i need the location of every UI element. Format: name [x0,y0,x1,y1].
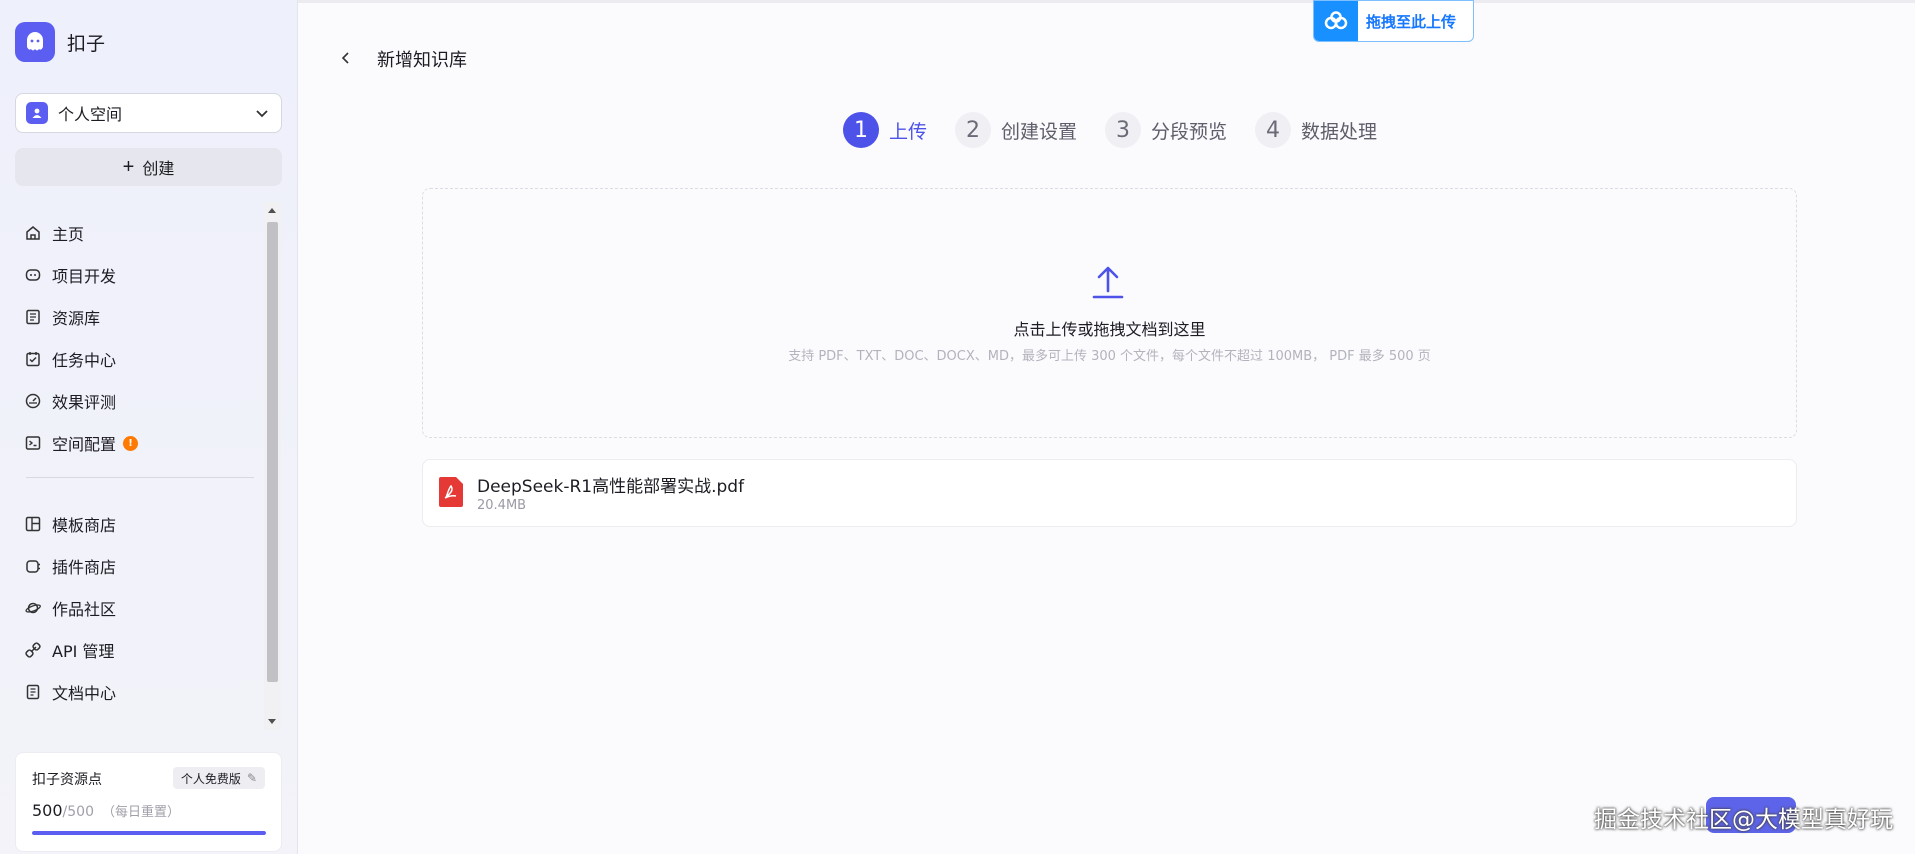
watermark: 掘金技术社区@大模型真好玩 [1594,807,1893,833]
document-icon [26,684,40,700]
sidebar-nav: 主页 项目开发 资源库 任务中心 效果评测 空间配置 ! 模板商店 插件商店 作… [14,202,264,730]
drag-upload-target[interactable]: 拖拽至此上传 [1313,0,1474,42]
points-title: 扣子资源点 [32,772,102,788]
points-value: 500/500 （每日重置） [32,801,180,820]
sidebar-item-label: 效果评测 [52,393,117,412]
points-total: /500 [62,804,94,820]
points-note: （每日重置） [102,805,181,820]
stepper: 1 上传 2 创建设置 3 分段预览 4 数据处理 [843,112,1405,148]
sidebar-item-label: 模板商店 [52,516,117,535]
home-icon [26,226,40,240]
points-progress-bar [32,831,266,835]
page-title: 新增知识库 [377,50,467,71]
sidebar-item-label: 主页 [52,225,85,244]
chevron-down-icon [256,110,268,118]
plus-icon: + [122,156,135,178]
sidebar-item-community[interactable]: 作品社区 [14,591,254,625]
planet-icon [25,602,41,614]
sidebar-item-label: 任务中心 [52,351,117,370]
create-button[interactable]: + 创建 [15,148,282,186]
sidebar-item-projects[interactable]: 项目开发 [14,258,254,292]
gauge-icon [25,393,41,409]
scrollbar-thumb[interactable] [267,222,278,682]
step-number: 4 [1255,112,1292,148]
sidebar-item-label: 空间配置 [52,435,117,454]
step-number: 3 [1105,112,1142,148]
sidebar-item-space-config[interactable]: 空间配置 ! [14,426,254,460]
chevron-left-icon [341,52,349,64]
step-segment-preview[interactable]: 3 分段预览 [1105,112,1227,148]
sidebar-item-template-store[interactable]: 模板商店 [14,507,254,541]
sidebar-item-label: 项目开发 [52,267,117,286]
step-label: 分段预览 [1151,120,1228,143]
plugin-icon [26,560,40,573]
upload-icon [1092,266,1124,299]
sidebar-item-label: API 管理 [52,642,115,661]
workspace-label: 个人空间 [58,105,123,124]
sidebar-item-label: 作品社区 [52,600,117,619]
dropzone-title: 点击上传或拖拽文档到这里 [1013,320,1206,339]
sidebar-item-plugin-store[interactable]: 插件商店 [14,549,254,583]
sidebar-scrollbar[interactable] [264,202,281,730]
plan-label: 个人免费版 [180,771,241,786]
sidebar-item-home[interactable]: 主页 [14,216,254,250]
plan-badge[interactable]: 个人免费版 ✎ [172,767,265,789]
sidebar-item-label: 文档中心 [52,684,117,703]
template-icon [25,516,41,532]
library-icon [26,309,40,325]
uploaded-file-item[interactable]: DeepSeek-R1高性能部署实战.pdf 20.4MB [422,459,1797,527]
resource-points-card[interactable]: 扣子资源点 个人免费版 ✎ 500/500 （每日重置） [15,752,282,852]
step-number: 1 [843,112,879,148]
step-label: 数据处理 [1301,120,1378,143]
workspace-selector[interactable]: 个人空间 [15,93,282,133]
sidebar-item-label: 插件商店 [52,558,117,577]
step-number: 2 [955,112,992,148]
sidebar-item-evaluation[interactable]: 效果评测 [14,384,254,418]
upgrade-icon: ✎ [246,771,257,785]
warning-badge: ! [123,435,139,451]
bot-icon [25,269,41,281]
scroll-down-icon[interactable] [268,719,276,724]
top-divider [298,0,1915,3]
scroll-up-icon[interactable] [268,208,276,213]
brand[interactable]: 扣子 [15,22,105,62]
drag-upload-label: 拖拽至此上传 [1366,12,1457,31]
terminal-icon [25,436,41,450]
back-button[interactable] [334,46,358,70]
sidebar-item-tasks[interactable]: 任务中心 [14,342,254,376]
nav-divider [26,477,254,478]
brand-name: 扣子 [67,32,106,55]
sidebar-item-library[interactable]: 资源库 [14,300,254,334]
link-icon [25,642,41,658]
cloud-drive-icon [1314,1,1358,41]
step-upload[interactable]: 1 上传 [843,112,927,148]
task-icon [26,352,40,367]
points-current: 500 [32,801,63,820]
sidebar: 扣子 个人空间 + 创建 主页 项目开发 资源库 任务中心 效果评测 空间配置 … [0,0,298,854]
sidebar-item-docs[interactable]: 文档中心 [14,675,254,709]
upload-dropzone[interactable]: 点击上传或拖拽文档到这里 支持 PDF、TXT、DOC、DOCX、MD，最多可上… [422,188,1797,438]
step-label: 创建设置 [1001,120,1078,143]
dropzone-hint: 支持 PDF、TXT、DOC、DOCX、MD，最多可上传 300 个文件，每个文… [788,349,1431,364]
step-label: 上传 [889,120,928,143]
user-icon [26,102,48,124]
sidebar-item-label: 资源库 [52,309,101,328]
points-progress-fill [32,831,266,835]
create-button-label: 创建 [142,161,175,178]
file-size: 20.4MB [477,498,527,513]
pdf-file-icon [439,477,463,507]
step-create-settings[interactable]: 2 创建设置 [955,112,1077,148]
step-data-processing[interactable]: 4 数据处理 [1255,112,1377,148]
coze-logo-icon [15,22,55,62]
file-name: DeepSeek-R1高性能部署实战.pdf [477,477,745,497]
sidebar-item-api[interactable]: API 管理 [14,633,254,667]
